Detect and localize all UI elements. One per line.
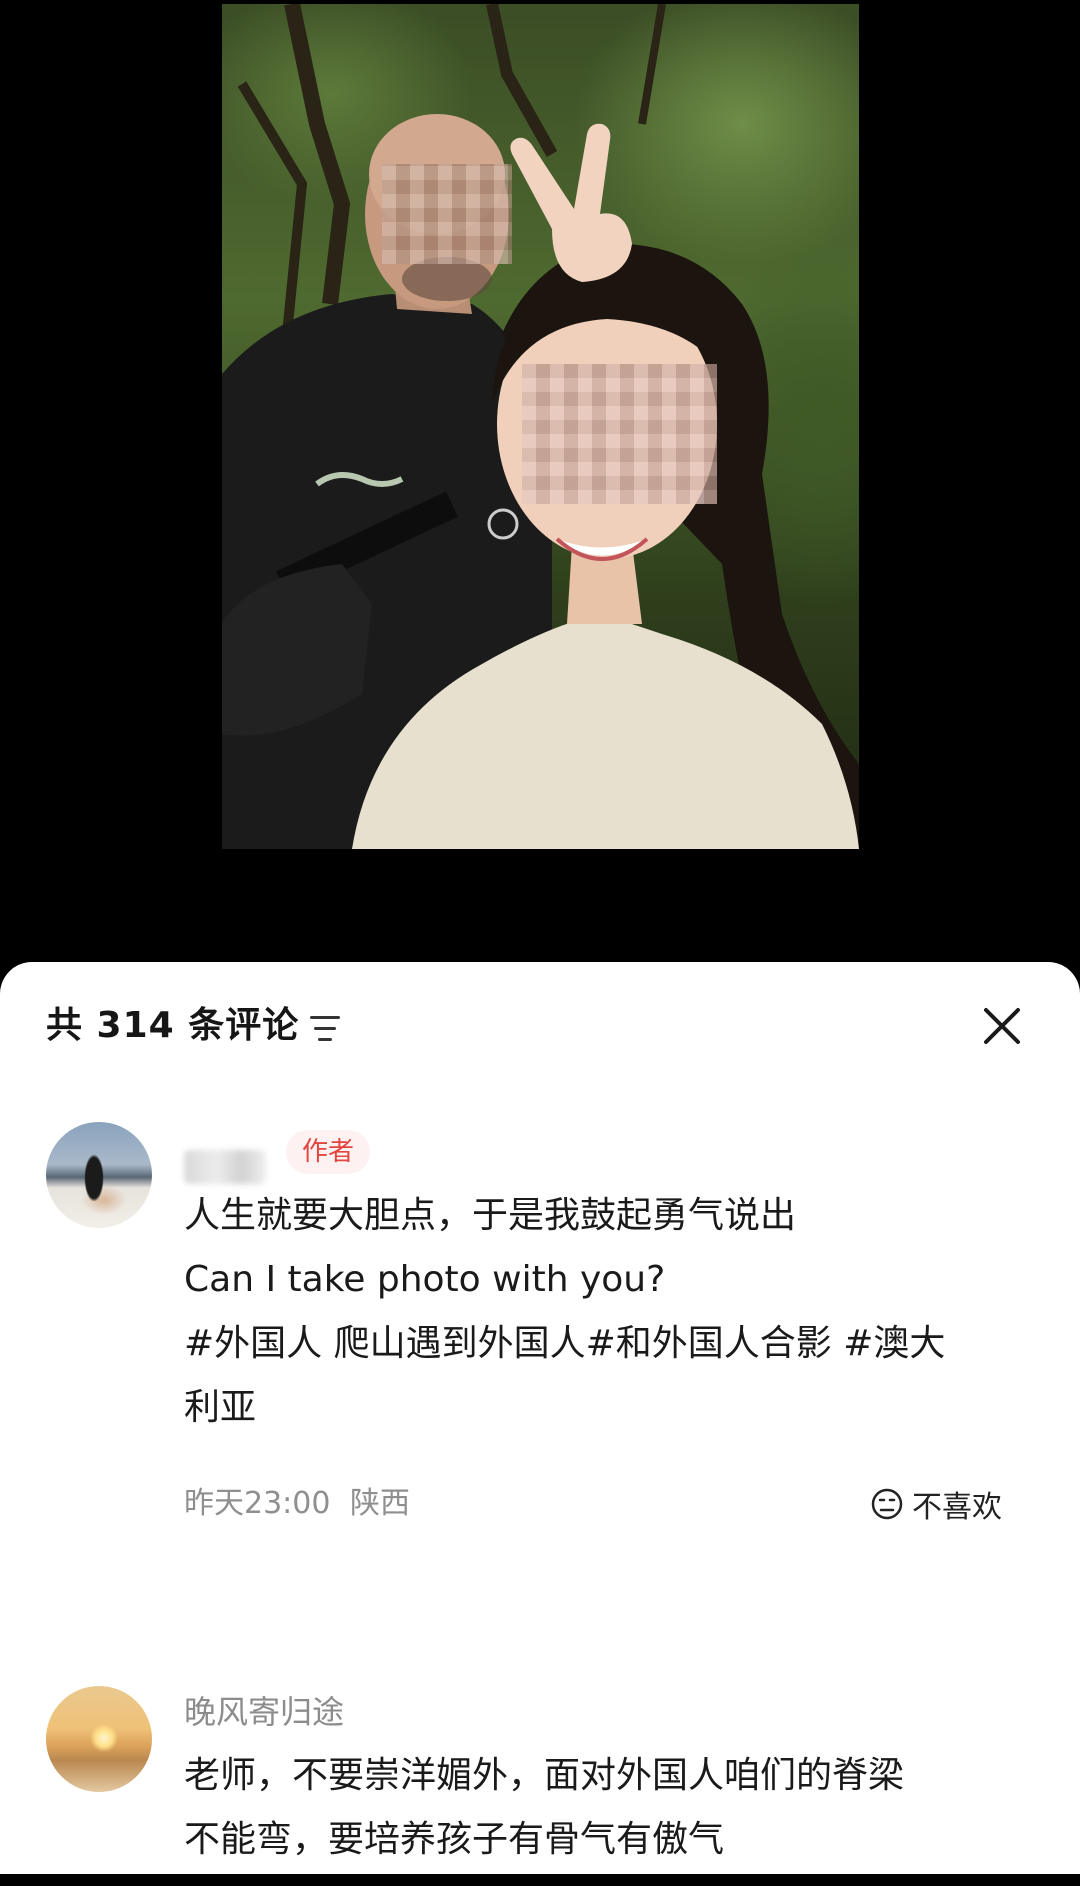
comment-line: 不能弯，要培养孩子有骨气有傲气 xyxy=(184,1819,725,1860)
avatar[interactable] xyxy=(46,1122,152,1228)
close-icon[interactable] xyxy=(980,1004,1024,1048)
dislike-face-icon xyxy=(871,1488,903,1520)
dislike-button[interactable]: 不喜欢 xyxy=(856,1476,1016,1532)
comment-line: Can I take photo with you? xyxy=(184,1259,666,1300)
comment-username[interactable]: 晚风寄归途 xyxy=(184,1690,344,1734)
comment-item: 晚风寄归途 老师，不要崇洋媚外，面对外国人咱们的脊梁 不能弯，要培养孩子有骨气有… xyxy=(0,1686,1080,1886)
author-badge: 作者 xyxy=(286,1130,371,1174)
comments-sheet: 共 314 条评论 作者 人生就要大胆点，于是我鼓起勇气说出 Can I tak… xyxy=(0,962,1080,1874)
comment-meta: 昨天23:00 陕西 xyxy=(184,1484,410,1524)
comment-location: 陕西 xyxy=(350,1486,411,1521)
face-blur-woman xyxy=(522,364,717,504)
comment-line: 利亚 xyxy=(184,1387,257,1428)
comment-line: #外国人 爬山遇到外国人#和外国人合影 #澳大 xyxy=(184,1323,946,1364)
filter-icon[interactable] xyxy=(310,1014,344,1044)
comment-line: 老师，不要崇洋媚外，面对外国人咱们的脊梁 xyxy=(184,1755,905,1796)
dislike-label: 不喜欢 xyxy=(912,1490,1002,1525)
avatar[interactable] xyxy=(46,1686,152,1792)
comment-item: 作者 人生就要大胆点，于是我鼓起勇气说出 Can I take photo wi… xyxy=(0,1122,1080,1532)
username-obscured[interactable] xyxy=(184,1150,266,1184)
face-blur-man xyxy=(382,164,512,264)
comments-header: 共 314 条评论 xyxy=(0,962,1080,1092)
comment-count: 共 314 条评论 xyxy=(46,1005,300,1046)
comment-time: 昨天23:00 xyxy=(184,1486,331,1521)
comment-text: 老师，不要崇洋媚外，面对外国人咱们的脊梁 不能弯，要培养孩子有骨气有傲气 xyxy=(184,1744,1034,1872)
comment-text: 人生就要大胆点，于是我鼓起勇气说出 Can I take photo with … xyxy=(184,1184,1034,1440)
photo-viewer xyxy=(0,0,1080,960)
comment-line: 人生就要大胆点，于是我鼓起勇气说出 xyxy=(184,1195,797,1236)
post-photo[interactable] xyxy=(222,4,859,849)
